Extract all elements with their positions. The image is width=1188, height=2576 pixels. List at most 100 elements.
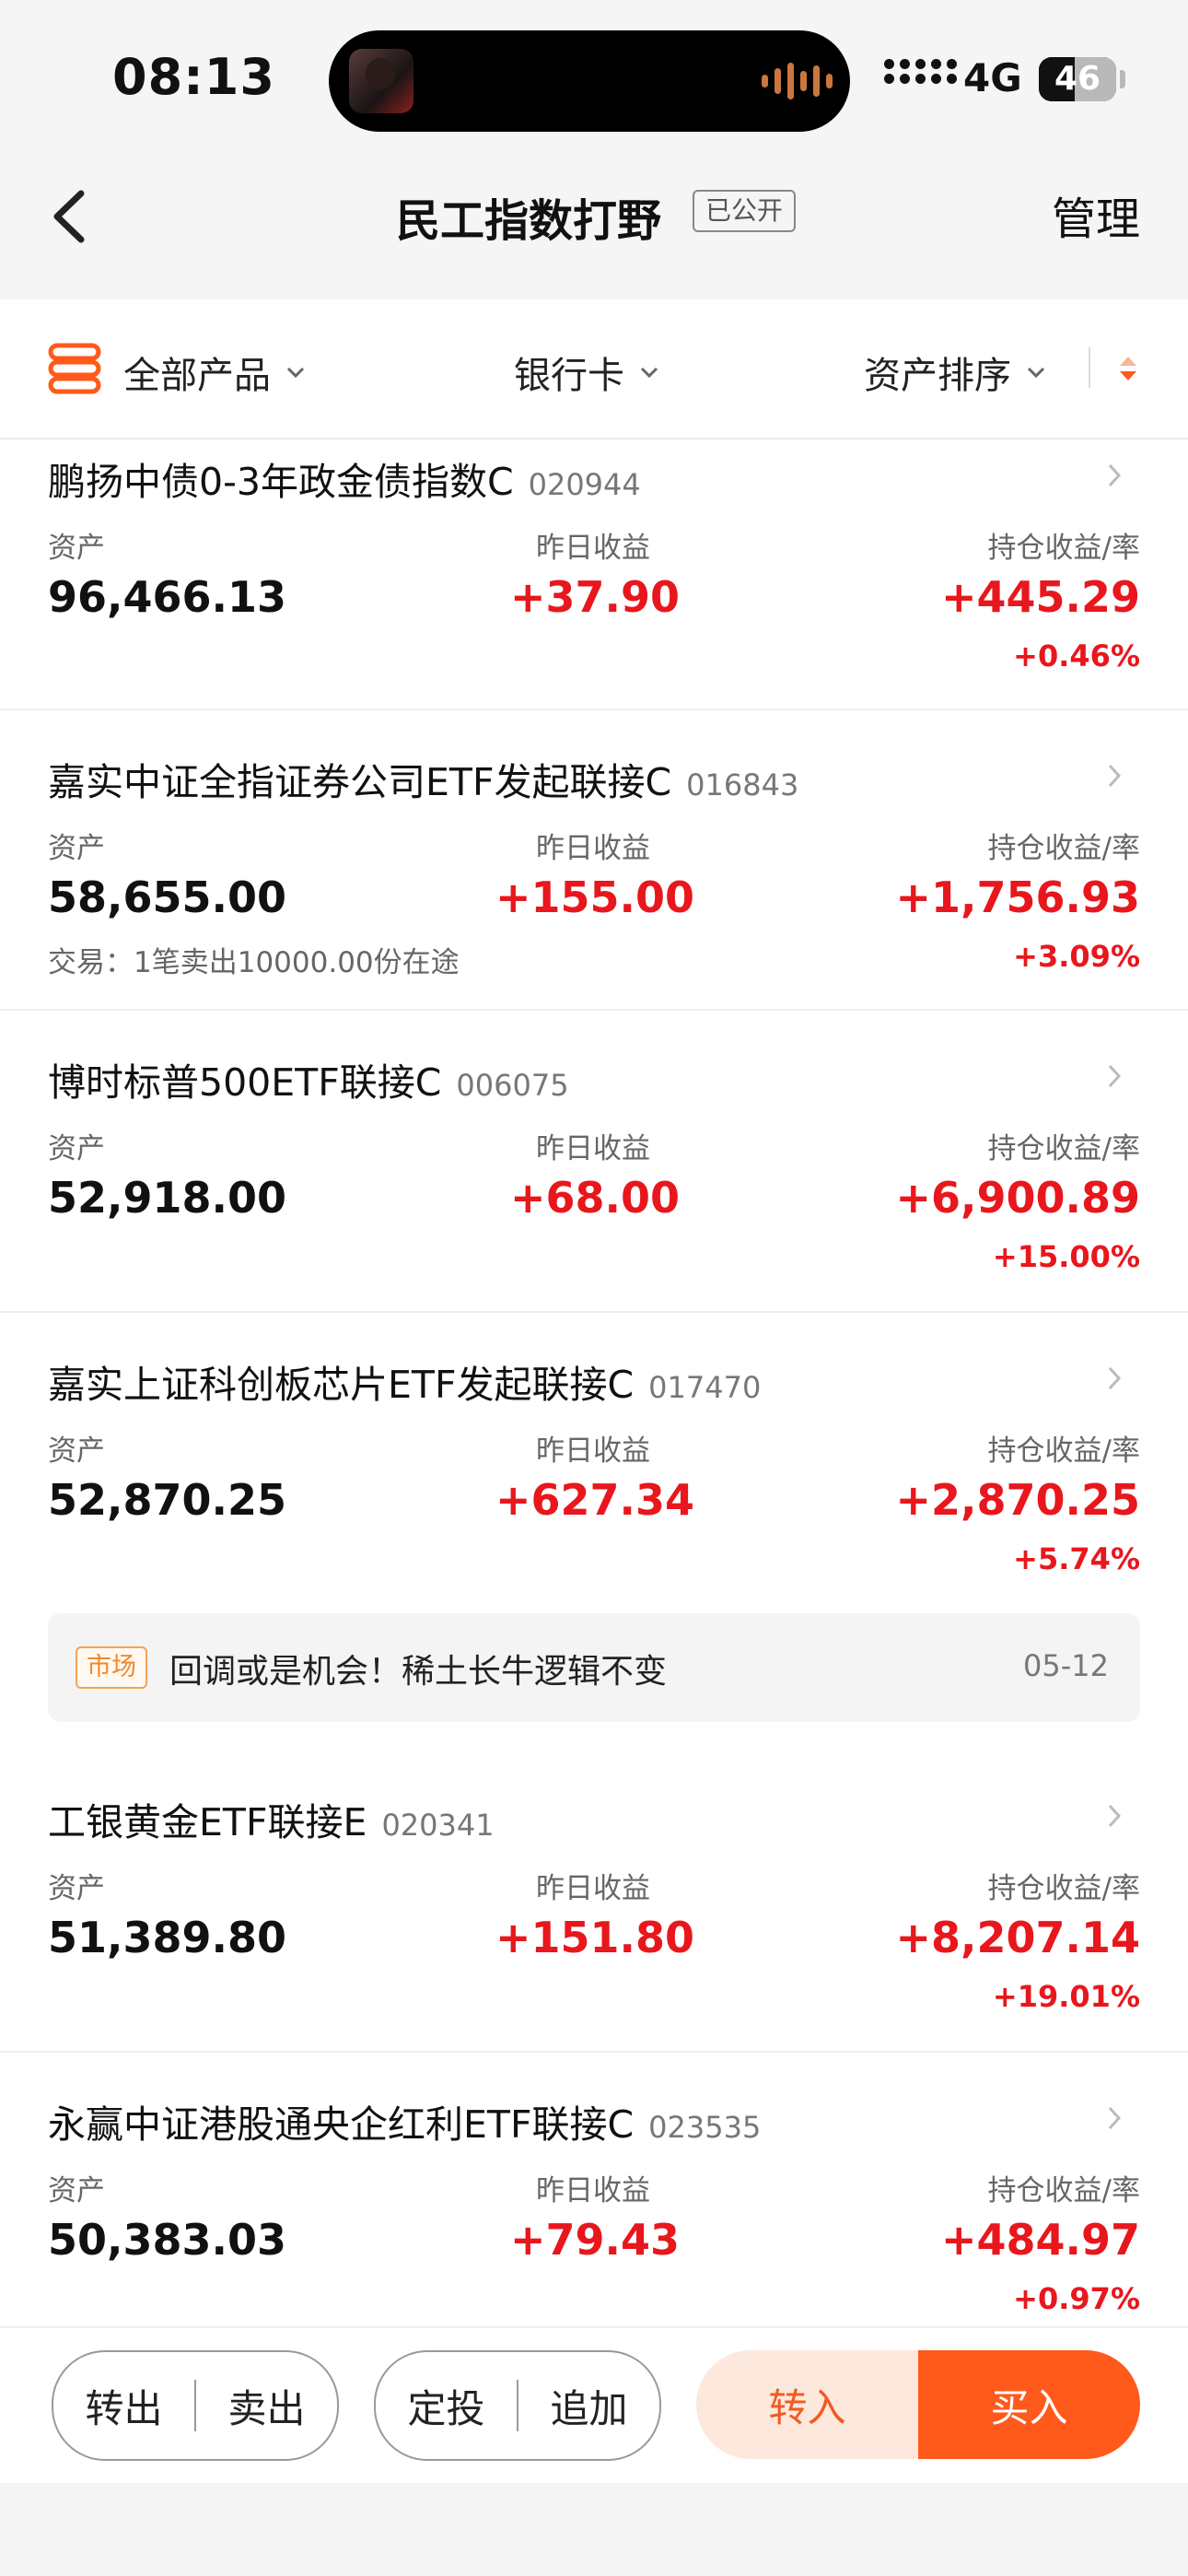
battery-tip bbox=[1120, 70, 1125, 88]
asset-label: 资产 bbox=[48, 1872, 105, 1905]
dynamic-island[interactable] bbox=[329, 30, 850, 132]
fund-code: 017470 bbox=[648, 1370, 762, 1405]
nav-bar: 民工指数打野 已公开 管理 bbox=[0, 157, 1188, 299]
bank-card-label: 银行卡 bbox=[514, 355, 624, 397]
home-indicator-area bbox=[0, 2483, 1188, 2576]
holding-label: 持仓收益/率 bbox=[987, 1872, 1140, 1905]
holding-rate: +0.46% bbox=[1013, 638, 1140, 673]
bottom-action-bar: 转出 卖出 定投 追加 转入 买入 bbox=[0, 2326, 1188, 2485]
chevron-right-icon bbox=[1108, 764, 1122, 788]
now-playing-artwork bbox=[349, 49, 413, 113]
yesterday-value: +37.90 bbox=[509, 572, 681, 622]
all-products-label: 全部产品 bbox=[123, 355, 271, 397]
fund-card[interactable]: 嘉实上证科创板芯片ETF发起联接C 017470 资产 昨日收益 持仓收益/率 5… bbox=[0, 1313, 1188, 1748]
market-news-banner[interactable]: 市场 回调或是机会！稀土长牛逻辑不变 05-12 bbox=[48, 1613, 1140, 1722]
chevron-down-icon bbox=[640, 367, 658, 379]
pending-trade-note: 交易：1笔卖出10000.00份在途 bbox=[48, 946, 460, 979]
holding-rate: +0.97% bbox=[1013, 2281, 1140, 2316]
battery-level: 46 bbox=[1054, 60, 1101, 98]
fund-name: 博时标普500ETF联接C 006075 bbox=[48, 1060, 569, 1105]
holding-value: +445.29 bbox=[940, 572, 1140, 622]
holding-rate: +15.00% bbox=[992, 1239, 1140, 1274]
holding-label: 持仓收益/率 bbox=[987, 1434, 1140, 1468]
back-arrow-icon[interactable] bbox=[42, 184, 98, 249]
invest-add-group: 定投 追加 bbox=[374, 2350, 661, 2461]
asset-sort-label: 资产排序 bbox=[864, 355, 1011, 397]
holding-value: +1,756.93 bbox=[895, 872, 1140, 922]
sell-button[interactable]: 卖出 bbox=[196, 2378, 337, 2434]
transfer-out-button[interactable]: 转出 bbox=[53, 2378, 194, 2434]
holding-label: 持仓收益/率 bbox=[987, 832, 1140, 865]
yesterday-value: +627.34 bbox=[495, 1475, 695, 1525]
yesterday-label: 昨日收益 bbox=[536, 2174, 650, 2207]
network-type: 4G bbox=[963, 55, 1022, 100]
chevron-down-icon bbox=[1027, 367, 1045, 379]
fund-name: 永赢中证港股通央企红利ETF联接C 023535 bbox=[48, 2102, 762, 2147]
holding-value: +6,900.89 bbox=[895, 1173, 1140, 1223]
asset-value: 52,918.00 bbox=[48, 1173, 286, 1223]
holding-rate: +5.74% bbox=[1013, 1541, 1140, 1576]
yesterday-value: +155.00 bbox=[495, 872, 695, 922]
news-headline: 回调或是机会！稀土长牛逻辑不变 bbox=[169, 1653, 668, 1691]
asset-label: 资产 bbox=[48, 1132, 105, 1165]
chevron-right-icon bbox=[1108, 2106, 1122, 2130]
buy-group: 转入 买入 bbox=[696, 2350, 1140, 2459]
yesterday-value: +68.00 bbox=[509, 1173, 681, 1223]
news-tag: 市场 bbox=[76, 1646, 147, 1689]
fund-code: 023535 bbox=[648, 2110, 762, 2145]
public-badge: 已公开 bbox=[693, 190, 797, 232]
fund-name: 鹏扬中债0-3年政金债指数C 020944 bbox=[48, 460, 641, 504]
audio-waveform-icon bbox=[762, 62, 833, 100]
asset-label: 资产 bbox=[48, 832, 105, 865]
holding-value: +8,207.14 bbox=[895, 1913, 1140, 1962]
asset-value: 96,466.13 bbox=[48, 572, 286, 622]
product-list-icon bbox=[48, 343, 101, 394]
holding-label: 持仓收益/率 bbox=[987, 1132, 1140, 1165]
fund-card[interactable]: 嘉实中证全指证券公司ETF发起联接C 016843 资产 昨日收益 持仓收益/率 … bbox=[0, 710, 1188, 1011]
asset-label: 资产 bbox=[48, 532, 105, 565]
fund-code: 006075 bbox=[456, 1068, 569, 1103]
asset-sort-filter[interactable]: 资产排序 bbox=[864, 345, 1046, 399]
battery-icon: 46 bbox=[1039, 57, 1116, 101]
fund-name: 工银黄金ETF联接E 020341 bbox=[48, 1800, 495, 1844]
fund-card[interactable]: 博时标普500ETF联接C 006075 资产 昨日收益 持仓收益/率 52,91… bbox=[0, 1011, 1188, 1313]
chevron-right-icon bbox=[1108, 1366, 1122, 1390]
fund-card[interactable]: 工银黄金ETF联接E 020341 资产 昨日收益 持仓收益/率 51,389.8… bbox=[0, 1751, 1188, 2053]
holding-label: 持仓收益/率 bbox=[987, 2174, 1140, 2207]
news-date: 05-12 bbox=[1023, 1648, 1109, 1683]
fund-card[interactable]: 永赢中证港股通央企红利ETF联接C 023535 资产 昨日收益 持仓收益/率 5… bbox=[0, 2053, 1188, 2326]
all-products-filter[interactable]: 全部产品 bbox=[123, 345, 306, 399]
bank-card-filter[interactable]: 银行卡 bbox=[514, 345, 659, 399]
asset-value: 58,655.00 bbox=[48, 872, 286, 922]
auto-invest-button[interactable]: 定投 bbox=[376, 2378, 517, 2434]
status-bar: 08:13 4G 46 bbox=[0, 0, 1188, 157]
yesterday-value: +151.80 bbox=[495, 1913, 695, 1962]
sort-order-icon[interactable] bbox=[1116, 355, 1140, 382]
fund-name: 嘉实上证科创板芯片ETF发起联接C 017470 bbox=[48, 1363, 762, 1407]
fund-card[interactable]: 鹏扬中债0-3年政金债指数C 020944 资产 昨日收益 持仓收益/率 96,4… bbox=[0, 439, 1188, 710]
manage-button[interactable]: 管理 bbox=[1052, 182, 1140, 247]
asset-value: 51,389.80 bbox=[48, 1913, 286, 1962]
yesterday-label: 昨日收益 bbox=[536, 1132, 650, 1165]
chevron-down-icon bbox=[286, 367, 305, 379]
filter-bar: 全部产品 银行卡 资产排序 bbox=[0, 299, 1188, 439]
fund-code: 020341 bbox=[381, 1808, 495, 1843]
fund-name: 嘉实中证全指证券公司ETF发起联接C 016843 bbox=[48, 760, 799, 804]
transfer-in-button[interactable]: 转入 bbox=[696, 2350, 918, 2459]
page-title: 民工指数打野 bbox=[396, 195, 662, 247]
transfer-sell-group: 转出 卖出 bbox=[52, 2350, 339, 2461]
chevron-right-icon bbox=[1108, 1064, 1122, 1088]
add-button[interactable]: 追加 bbox=[518, 2378, 659, 2434]
yesterday-label: 昨日收益 bbox=[536, 532, 650, 565]
asset-label: 资产 bbox=[48, 1434, 105, 1468]
asset-label: 资产 bbox=[48, 2174, 105, 2207]
holding-rate: +19.01% bbox=[992, 1979, 1140, 2014]
buy-button[interactable]: 买入 bbox=[918, 2350, 1140, 2459]
yesterday-value: +79.43 bbox=[509, 2215, 681, 2265]
divider bbox=[1089, 347, 1090, 388]
holding-value: +484.97 bbox=[940, 2215, 1140, 2265]
fund-code: 020944 bbox=[528, 467, 641, 502]
chevron-right-icon bbox=[1108, 463, 1122, 487]
status-time: 08:13 bbox=[112, 48, 275, 106]
yesterday-label: 昨日收益 bbox=[536, 832, 650, 865]
